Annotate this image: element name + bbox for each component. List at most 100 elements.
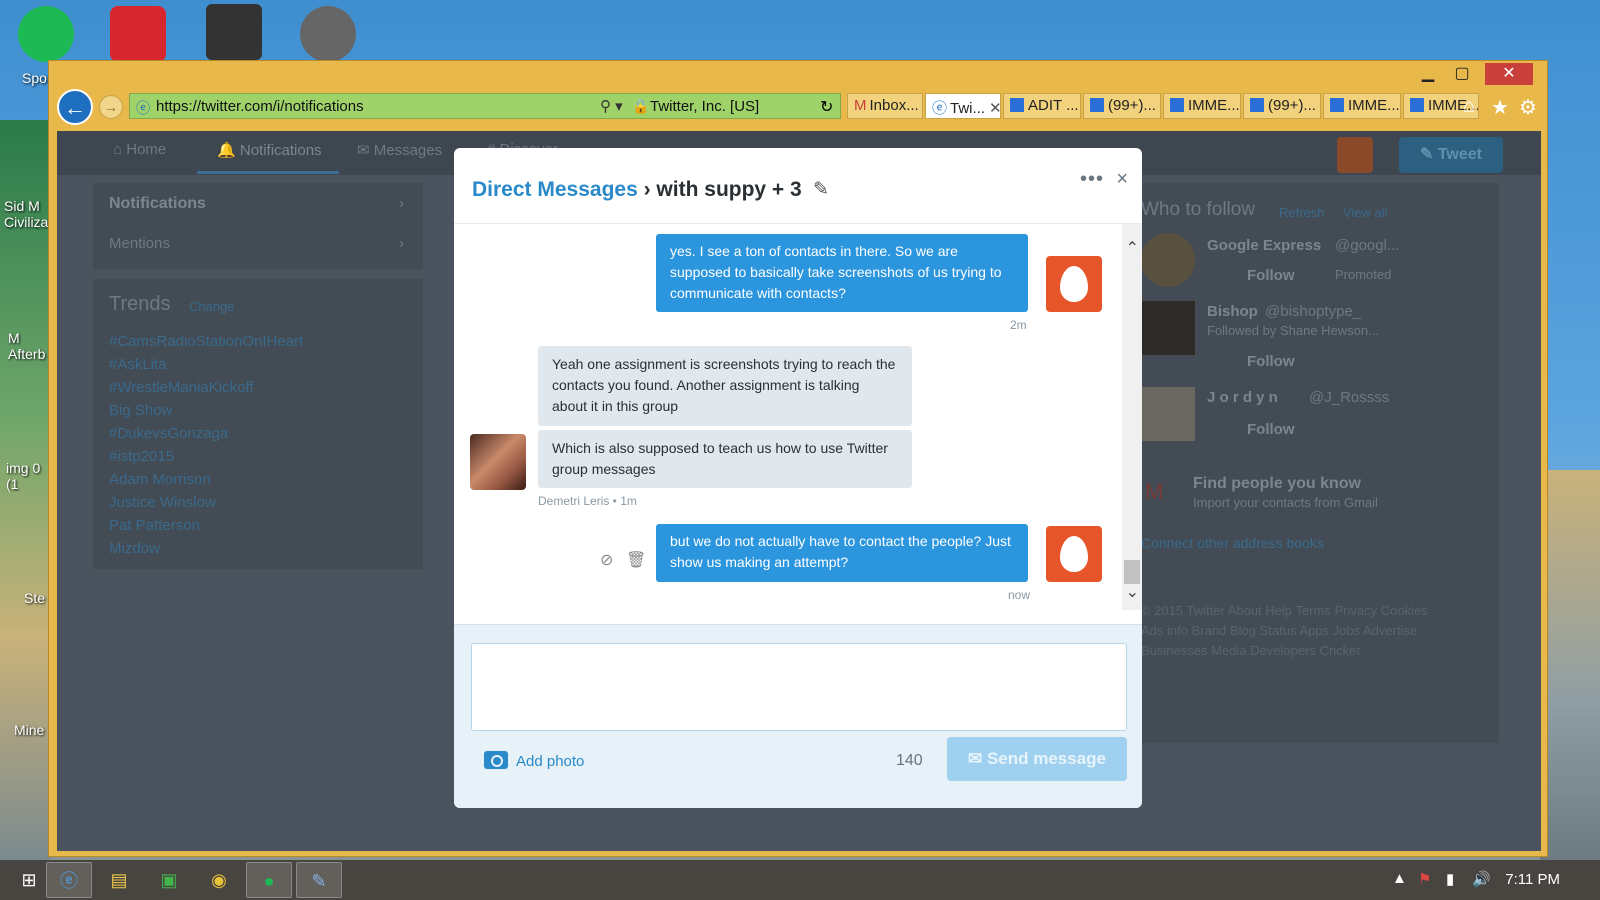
docs-icon: [1170, 98, 1184, 112]
follow-button[interactable]: Follow: [1247, 421, 1295, 438]
conversation-title: › with suppy + 3: [643, 178, 802, 201]
close-tab-icon[interactable]: ✕: [989, 100, 1000, 117]
tab-gmail[interactable]: M Inbox...: [847, 93, 923, 119]
add-photo-button[interactable]: Add photo: [484, 751, 584, 770]
close-window-button[interactable]: ✕: [1485, 63, 1533, 85]
network-signal-icon[interactable]: ▮: [1446, 870, 1454, 888]
trend-item[interactable]: Pat Patterson: [109, 517, 200, 534]
direct-messages-modal: Direct Messages › with suppy + 3 ✎ ••• ×…: [454, 148, 1142, 808]
minimize-button[interactable]: ▁: [1411, 63, 1445, 85]
taskbar-clock[interactable]: 7:11 PM: [1505, 871, 1560, 888]
paint-taskbar-icon[interactable]: ✎: [296, 862, 342, 898]
sender-meta: Demetri Leris • 1m: [538, 494, 637, 508]
sidebar-item-mentions[interactable]: Mentions: [109, 235, 170, 252]
tab-group-1[interactable]: (99+)...: [1083, 93, 1161, 119]
spotify-taskbar-icon[interactable]: ●: [246, 862, 292, 898]
favorites-star-icon[interactable]: ★: [1491, 95, 1509, 120]
taskbar: ⊞ ⓔ ▤ ▣ ◉ ● ✎ ▲ ⚑ ▮ 🔊 7:11 PM: [0, 860, 1600, 900]
file-explorer-taskbar-icon[interactable]: ▤: [96, 862, 142, 898]
report-block-icon[interactable]: ⊘: [600, 550, 613, 570]
desktop-icon-label: M Afterb: [8, 330, 46, 362]
conversation-scrollbar[interactable]: [1122, 224, 1142, 610]
sender-avatar[interactable]: [470, 434, 526, 490]
chrome-taskbar-icon[interactable]: ◉: [196, 862, 242, 898]
tab-imme-1[interactable]: IMME...: [1163, 93, 1241, 119]
tweet-button[interactable]: ✎ Tweet: [1399, 137, 1503, 173]
suggestion-name[interactable]: Bishop: [1207, 303, 1258, 320]
profile-avatar-button[interactable]: [1337, 137, 1373, 173]
robot-game-desktop-icon[interactable]: [206, 4, 262, 60]
delete-trash-icon[interactable]: 🗑: [626, 550, 646, 570]
address-bar[interactable]: ⓔ https://twitter.com/i/notifications ⚲ …: [129, 93, 841, 119]
internet-explorer-taskbar-icon[interactable]: ⓔ: [46, 862, 92, 898]
music-app-desktop-icon[interactable]: [110, 6, 166, 62]
volume-icon[interactable]: 🔊: [1472, 870, 1491, 888]
suggestion-avatar: [1141, 387, 1195, 441]
find-people-title[interactable]: Find people you know: [1193, 475, 1361, 493]
action-center-flag-icon[interactable]: ⚑: [1418, 870, 1431, 888]
trend-item[interactable]: #AskLita: [109, 356, 167, 373]
scroll-up-icon[interactable]: ⌃: [1126, 238, 1139, 258]
trends-title: Trends: [109, 293, 171, 315]
scroll-thumb[interactable]: [1124, 560, 1140, 584]
chat-icon: [1090, 98, 1104, 112]
view-all-link[interactable]: View all: [1343, 205, 1388, 220]
nav-notifications[interactable]: 🔔 Notifications: [217, 141, 322, 159]
close-modal-icon[interactable]: ×: [1116, 168, 1128, 191]
edit-pencil-icon[interactable]: ✎: [813, 178, 829, 201]
trend-item[interactable]: Justice Winslow: [109, 494, 216, 511]
more-options-icon[interactable]: •••: [1080, 168, 1104, 191]
refresh-link[interactable]: Refresh: [1279, 205, 1325, 220]
tab-twitter[interactable]: ⓔ Twi... ✕: [925, 93, 1001, 119]
sidebar-item-notifications[interactable]: Notifications: [109, 195, 206, 213]
suggestion-name[interactable]: Google Express: [1207, 237, 1321, 254]
search-icon[interactable]: ⚲ ▾: [600, 97, 623, 115]
suggestion-name[interactable]: J o r d y n: [1207, 389, 1278, 406]
url-text[interactable]: https://twitter.com/i/notifications: [156, 98, 364, 115]
message-input[interactable]: [471, 643, 1127, 731]
follow-button[interactable]: Follow: [1247, 353, 1295, 370]
settings-gear-icon[interactable]: ⚙: [1519, 95, 1537, 120]
modal-title: Direct Messages › with suppy + 3: [472, 178, 802, 202]
audio-app-desktop-icon[interactable]: [300, 6, 356, 62]
active-nav-underline: [197, 171, 339, 174]
forward-button[interactable]: →: [99, 95, 123, 119]
notifications-sidebar: Notifications › Mentions ›: [93, 183, 423, 269]
maximize-button[interactable]: ▢: [1445, 63, 1479, 85]
direct-messages-link[interactable]: Direct Messages: [472, 178, 638, 201]
navigation-bar: ← → ⓔ https://twitter.com/i/notification…: [49, 89, 1547, 125]
trend-item[interactable]: Adam Morrison: [109, 471, 211, 488]
back-button[interactable]: ←: [57, 89, 93, 125]
tab-group-2[interactable]: (99+)...: [1243, 93, 1321, 119]
spotify-desktop-icon[interactable]: [18, 6, 74, 62]
nav-home[interactable]: ⌂ Home: [113, 141, 166, 158]
security-certificate[interactable]: Twitter, Inc. [US]: [650, 98, 759, 115]
home-icon[interactable]: ⌂: [1463, 95, 1475, 118]
nav-messages[interactable]: ✉ Messages: [357, 141, 442, 159]
send-message-button[interactable]: ✉ Send message: [947, 737, 1127, 781]
trend-item[interactable]: #DukevsGonzaga: [109, 425, 228, 442]
message-text: Which is also supposed to teach us how t…: [552, 440, 888, 477]
scroll-down-icon[interactable]: ⌄: [1126, 582, 1139, 602]
tab-imme-2[interactable]: IMME...: [1323, 93, 1401, 119]
trend-item[interactable]: #CamsRadioStationOnIHeart: [109, 333, 303, 350]
trend-item[interactable]: #istp2015: [109, 448, 174, 465]
own-avatar[interactable]: [1046, 526, 1102, 582]
own-avatar[interactable]: [1046, 256, 1102, 312]
show-hidden-icons-icon[interactable]: ▲: [1392, 870, 1407, 887]
tab-adit[interactable]: ADIT ...: [1003, 93, 1081, 119]
trend-item[interactable]: #WrestleManiaKickoff: [109, 379, 254, 396]
desktop-icon-label: Sid M Civiliza: [4, 198, 49, 230]
trend-item[interactable]: Mizdow: [109, 540, 160, 557]
trends-change-link[interactable]: Change: [189, 299, 235, 314]
modal-header: Direct Messages › with suppy + 3 ✎ ••• ×: [454, 148, 1142, 224]
docs-icon: [1410, 98, 1424, 112]
docs-icon: [1010, 98, 1024, 112]
refresh-icon[interactable]: ↻: [820, 97, 833, 117]
character-count: 140: [896, 752, 923, 769]
follow-button[interactable]: Follow: [1247, 267, 1295, 284]
connect-address-books-link[interactable]: Connect other address books: [1141, 535, 1324, 551]
store-taskbar-icon[interactable]: ▣: [146, 862, 192, 898]
message-text: but we do not actually have to contact t…: [670, 533, 1011, 570]
trend-item[interactable]: Big Show: [109, 402, 172, 419]
